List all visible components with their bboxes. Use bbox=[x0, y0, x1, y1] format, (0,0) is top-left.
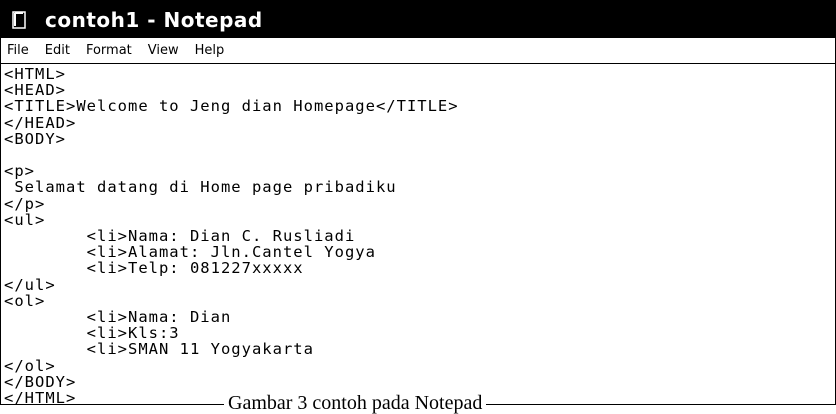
editor-content[interactable]: <HTML> <HEAD> <TITLE>Welcome to Jeng dia… bbox=[1, 64, 835, 405]
menu-format[interactable]: Format bbox=[78, 43, 140, 58]
window-title: contoh1 - Notepad bbox=[45, 7, 263, 32]
menu-help[interactable]: Help bbox=[187, 43, 233, 58]
menu-bar: File Edit Format View Help bbox=[1, 38, 835, 64]
menu-view[interactable]: View bbox=[140, 43, 187, 58]
text-editor-area[interactable]: <HTML> <HEAD> <TITLE>Welcome to Jeng dia… bbox=[1, 64, 835, 405]
editor-line: <BODY> bbox=[4, 129, 66, 148]
notepad-icon[interactable] bbox=[11, 10, 29, 30]
menu-edit[interactable]: Edit bbox=[37, 43, 78, 58]
figure-caption: Gambar 3 contoh pada Notepad bbox=[224, 393, 487, 413]
menu-file[interactable]: File bbox=[1, 43, 37, 58]
editor-line: Selamat datang di Home page pribadiku bbox=[4, 178, 397, 197]
editor-line: </HTML> bbox=[4, 389, 77, 405]
title-bar[interactable]: contoh1 - Notepad bbox=[1, 1, 835, 38]
notepad-window: contoh1 - Notepad File Edit Format View … bbox=[0, 0, 836, 405]
